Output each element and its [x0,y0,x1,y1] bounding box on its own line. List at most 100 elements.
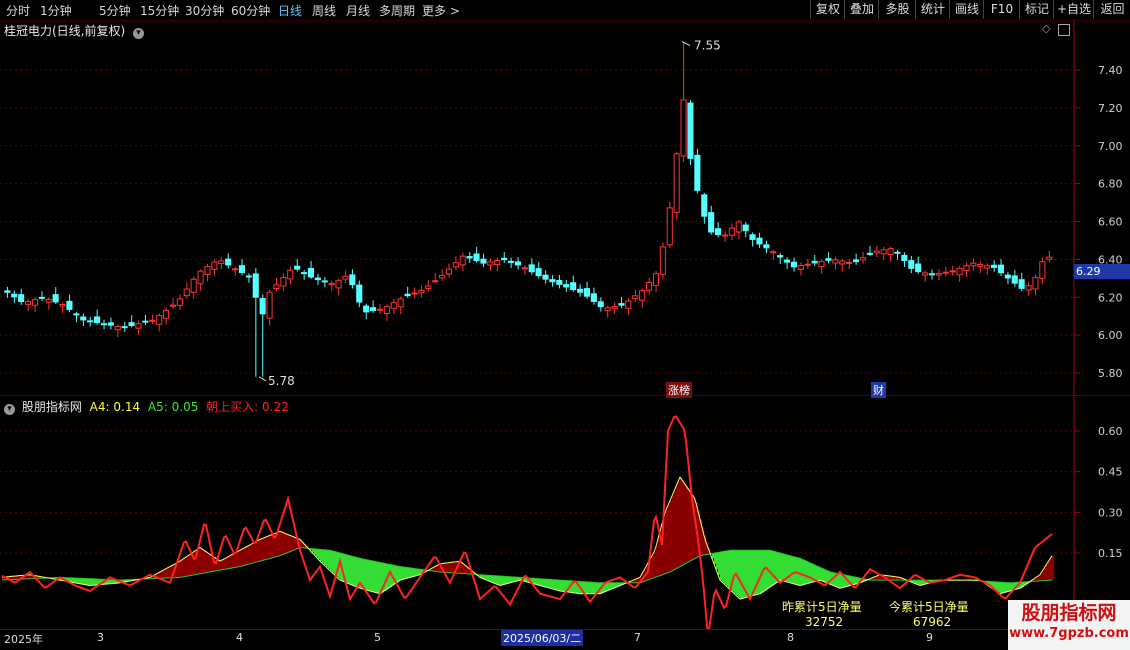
tf-30min[interactable]: 30分钟 [185,2,224,19]
band-fill [88,578,91,586]
candle-body [832,259,839,264]
candle-body [439,275,446,279]
candle-body [742,224,749,232]
overlay-button[interactable]: 叠加 [844,0,879,19]
tf-daily[interactable]: 日线 [278,2,302,19]
candle-body [397,298,404,308]
band-fill [658,538,661,577]
band-fill [84,578,87,585]
chevron-down-icon[interactable]: ▾ [4,404,15,415]
candle-body [721,234,729,237]
band-fill [92,578,95,586]
candle-body [604,307,611,312]
candle-body [763,244,770,249]
tf-more[interactable]: 更多 > [422,2,460,19]
tf-5min[interactable]: 5分钟 [99,2,131,19]
candle-body [31,299,39,306]
back-button[interactable]: 返回 [1093,0,1130,19]
band-fill [802,559,805,585]
band-fill [224,558,227,570]
tf-60min[interactable]: 60分钟 [231,2,270,19]
candle-body [666,207,673,246]
band-fill [266,537,269,560]
layout-icon[interactable] [1058,24,1070,36]
band-fill [500,576,503,586]
x-label-9: 9 [926,631,933,644]
candle-body [935,272,942,276]
f10-button[interactable]: F10 [983,0,1020,19]
band-fill [258,540,261,562]
band-fill [664,516,667,575]
band-fill [800,558,803,586]
candle-body [866,252,873,255]
band-fill [666,509,669,574]
today-net-value: 67962 [913,615,952,629]
band-fill [806,561,809,584]
tf-weekly[interactable]: 周线 [312,2,336,19]
band-fill [376,561,379,593]
tf-1min[interactable]: 1分钟 [40,2,72,19]
candle-body [749,234,756,240]
band-fill [590,582,593,594]
band-fill [222,560,225,570]
x-axis: 2025年 3 4 5 2025/06/03/二 7 8 9 [0,629,1074,646]
candle-body [432,280,439,283]
fuquan-button[interactable]: 复权 [810,0,845,19]
candle-body [38,296,45,299]
band-fill [334,551,337,575]
band-fill [790,555,793,583]
draw-button[interactable]: 画线 [949,0,984,19]
tf-fenshi[interactable]: 分时 [6,2,30,19]
band-fill [728,550,731,588]
band-fill [328,550,331,569]
band-fill [486,575,489,580]
candle-body [583,288,591,297]
band-fill [268,536,271,559]
candle-body [1018,279,1025,289]
event-tag-cai[interactable]: 财 [871,382,886,398]
candle-body [804,263,811,266]
tf-monthly[interactable]: 月线 [346,2,370,19]
band-fill [542,578,545,587]
candle-body [73,313,80,316]
band-fill [188,555,191,576]
candle-body [811,260,818,264]
candle-body [928,273,936,276]
band-fill [764,550,767,591]
band-fill [326,549,329,567]
band-fill [230,555,233,569]
event-tag-zhangbang[interactable]: 涨榜 [666,382,692,398]
price-chart[interactable]: 7.407.207.006.806.606.406.206.005.807.55… [0,21,1130,396]
band-fill [720,552,723,581]
x-label-cursor-date: 2025/06/03/二 [501,630,584,646]
chevron-down-icon[interactable]: ▾ [133,28,145,39]
band-fill [404,567,407,580]
band-fill [494,575,497,584]
candle-body [756,237,763,245]
band-fill [284,532,287,555]
band-fill [94,578,97,586]
high-price-label: 7.55 [694,39,721,53]
band-fill [852,576,855,585]
band-fill [350,555,353,585]
band-fill [840,574,843,589]
candle-body [252,273,259,298]
indicator-chart[interactable]: 0.60 0.45 0.30 0.15 [0,397,1130,629]
candle-body [480,258,487,264]
band-fill [78,578,81,584]
tf-15min[interactable]: 15分钟 [140,2,179,19]
add-watchlist-button[interactable]: +自选 [1053,0,1094,19]
band-fill [398,566,401,582]
diamond-icon[interactable]: ◇ [1042,22,1050,35]
candle-body [18,294,25,302]
band-fill [996,581,999,591]
band-fill [594,582,597,594]
mark-button[interactable]: 标记 [1019,0,1054,19]
band-fill [796,557,799,585]
stats-button[interactable]: 统计 [915,0,950,19]
candle-body [335,280,342,289]
multi-stock-button[interactable]: 多股 [878,0,916,19]
band-fill [810,562,813,583]
band-fill [446,563,449,573]
tf-multi[interactable]: 多周期 [379,2,415,19]
